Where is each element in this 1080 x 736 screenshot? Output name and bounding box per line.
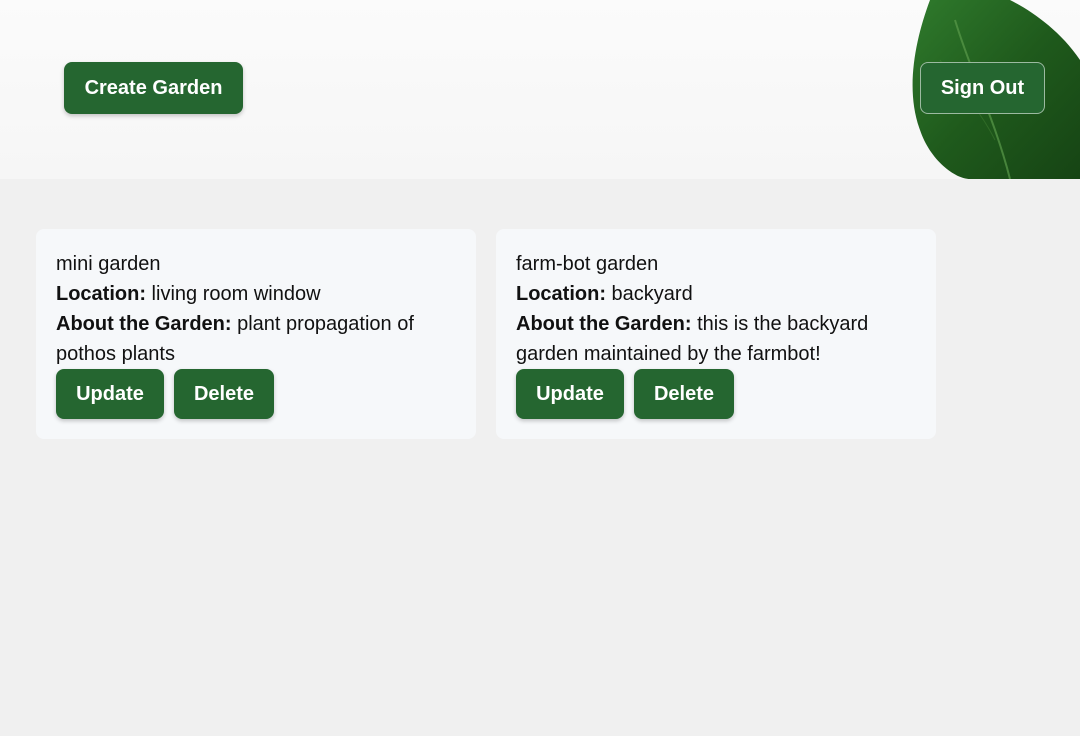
location-value: backyard <box>606 283 693 305</box>
garden-card: mini garden Location: living room window… <box>36 229 476 439</box>
about-label: About the Garden: <box>516 313 692 335</box>
update-button[interactable]: Update <box>56 369 164 419</box>
garden-name: farm-bot garden <box>516 253 659 275</box>
garden-about: About the Garden: this is the backyard g… <box>516 309 916 369</box>
location-label: Location: <box>56 283 146 305</box>
garden-location: Location: backyard <box>516 279 916 309</box>
garden-list: mini garden Location: living room window… <box>36 229 936 439</box>
garden-about: About the Garden: plant propagation of p… <box>56 309 456 369</box>
garden-location: Location: living room window <box>56 279 456 309</box>
location-value: living room window <box>146 283 321 305</box>
location-label: Location: <box>516 283 606 305</box>
header: Create Garden Sign Out <box>0 0 1080 179</box>
sign-out-button[interactable]: Sign Out <box>920 62 1045 114</box>
about-label: About the Garden: <box>56 313 232 335</box>
garden-name: mini garden <box>56 253 161 275</box>
garden-card: farm-bot garden Location: backyard About… <box>496 229 936 439</box>
delete-button[interactable]: Delete <box>634 369 734 419</box>
card-actions: Update Delete <box>56 369 456 419</box>
create-garden-button[interactable]: Create Garden <box>64 62 243 114</box>
update-button[interactable]: Update <box>516 369 624 419</box>
delete-button[interactable]: Delete <box>174 369 274 419</box>
card-actions: Update Delete <box>516 369 916 419</box>
